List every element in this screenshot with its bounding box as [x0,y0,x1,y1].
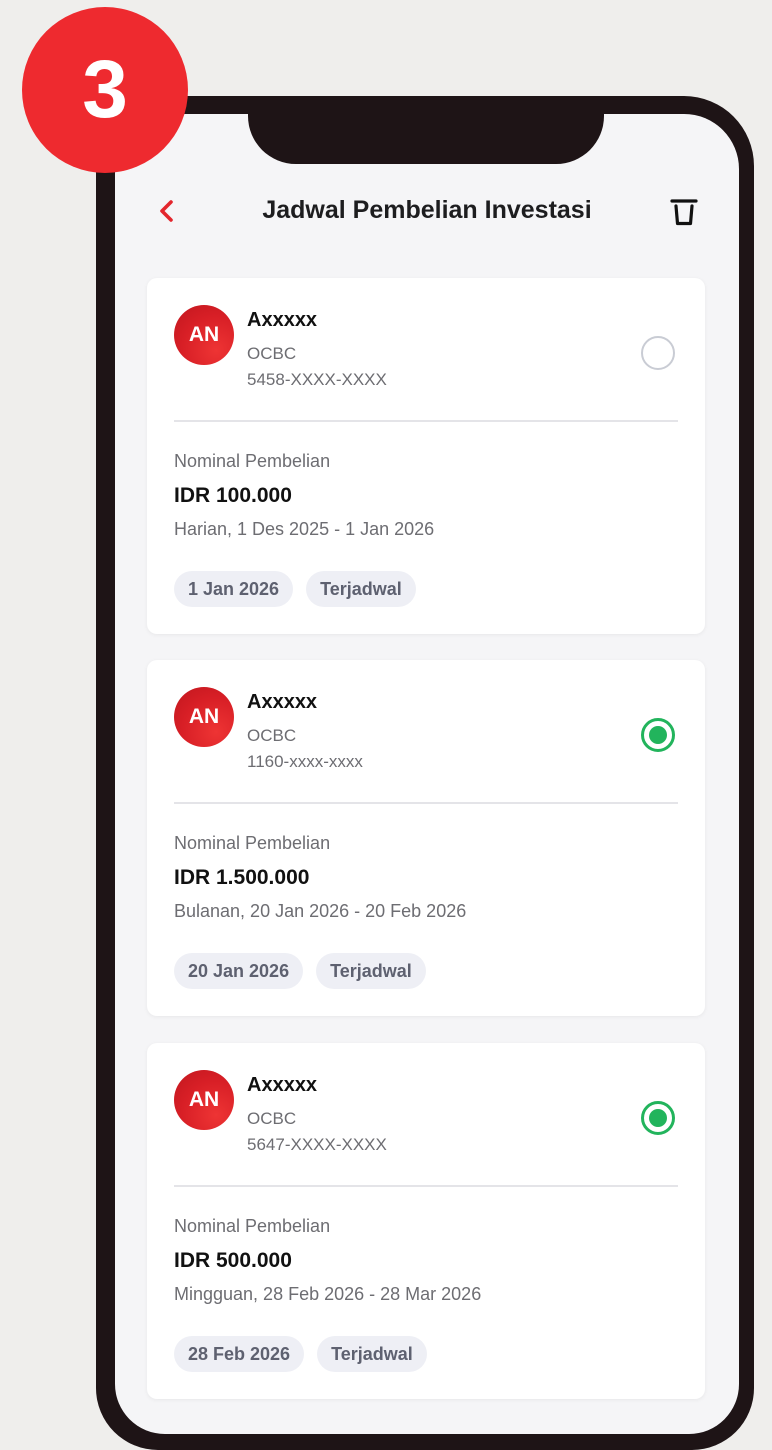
divider [174,802,678,804]
trash-icon[interactable] [669,195,699,227]
nominal-label: Nominal Pembelian [174,833,331,853]
avatar: AN [174,687,234,747]
purchase-amount: IDR 100.000 [174,484,292,507]
avatar: AN [174,1070,234,1130]
app-header: Jadwal Pembelian Investasi [115,186,739,238]
avatar: AN [174,305,234,365]
date-chip: 28 Feb 2026 [174,1336,305,1372]
account-holder-name: Axxxxx [247,1074,318,1096]
account-holder-name: Axxxxx [247,691,318,713]
purchase-amount: IDR 1.500.000 [174,866,310,889]
phone-notch [248,114,604,164]
status-badge: Terjadwal [317,1336,427,1372]
radio-selected-icon[interactable] [641,718,675,752]
app-screen: Jadwal Pembelian Investasi AN Axxxxx OCB… [115,114,739,1434]
status-badge: Terjadwal [306,571,416,607]
date-chip: 20 Jan 2026 [174,953,304,989]
page-title: Jadwal Pembelian Investasi [262,196,592,224]
status-badge: Terjadwal [316,953,426,989]
bank-name: OCBC [247,344,297,363]
radio-unselected-icon[interactable] [641,336,675,370]
schedule-period: Mingguan, 28 Feb 2026 - 28 Mar 2026 [174,1284,482,1304]
account-number: 5647-XXXX-XXXX [247,1135,387,1154]
chip-group: 20 Jan 2026 Terjadwal [174,953,426,989]
account-holder-name: Axxxxx [247,309,318,331]
radio-selected-icon[interactable] [641,1101,675,1135]
chip-group: 1 Jan 2026 Terjadwal [174,571,416,607]
bank-name: OCBC [247,1109,297,1128]
purchase-amount: IDR 500.000 [174,1249,292,1272]
investment-schedule-card[interactable]: AN Axxxxx OCBC 5458-XXXX-XXXX Nominal Pe… [147,278,705,634]
step-number-badge: 3 [22,7,188,173]
divider [174,420,678,422]
investment-schedule-card[interactable]: AN Axxxxx OCBC 5647-XXXX-XXXX Nominal Pe… [147,1043,705,1399]
investment-schedule-card[interactable]: AN Axxxxx OCBC 1160-xxxx-xxxx Nominal Pe… [147,660,705,1016]
schedule-period: Bulanan, 20 Jan 2026 - 20 Feb 2026 [174,901,467,921]
account-number: 1160-xxxx-xxxx [247,752,363,771]
divider [174,1185,678,1187]
account-number: 5458-XXXX-XXXX [247,370,387,389]
date-chip: 1 Jan 2026 [174,571,294,607]
bank-name: OCBC [247,726,297,745]
nominal-label: Nominal Pembelian [174,451,331,471]
nominal-label: Nominal Pembelian [174,1216,331,1236]
schedule-period: Harian, 1 Des 2025 - 1 Jan 2026 [174,519,435,539]
chip-group: 28 Feb 2026 Terjadwal [174,1336,427,1372]
